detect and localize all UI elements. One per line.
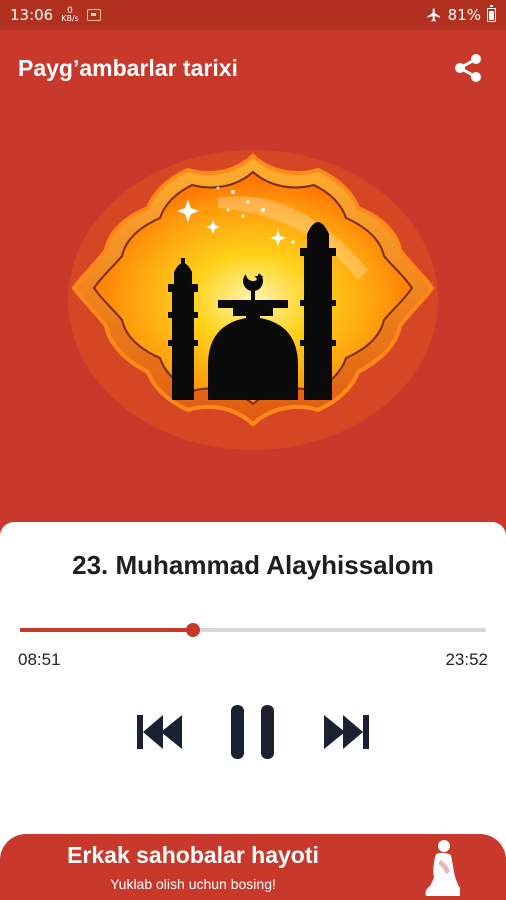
- current-time: 08:51: [18, 650, 61, 669]
- app-title: Payg’ambarlar tarixi: [18, 54, 238, 81]
- status-bar: 13:06 0 KB/s 81%: [0, 0, 506, 30]
- pause-button[interactable]: [225, 702, 281, 762]
- banner-title: Erkak sahobalar hayoti: [67, 842, 319, 868]
- data-speed: 0 KB/s: [61, 7, 79, 23]
- track-title: 23. Muhammad Alayhissalom: [72, 550, 434, 580]
- status-time: 13:06: [10, 6, 54, 24]
- promo-banner[interactable]: Erkak sahobalar hayoti Yuklab olish uchu…: [0, 834, 506, 900]
- praying-man-icon: [425, 840, 460, 896]
- seek-thumb[interactable]: [185, 623, 200, 637]
- playback-controls: [0, 702, 506, 762]
- total-time: 23:52: [445, 650, 488, 669]
- next-icon: [324, 715, 369, 749]
- banner-subtitle: Yuklab olish uchun bosing!: [110, 876, 276, 892]
- battery-percent: 81%: [447, 6, 481, 24]
- next-button[interactable]: [318, 702, 374, 762]
- previous-button[interactable]: [132, 702, 188, 762]
- app-bar: Payg’ambarlar tarixi: [0, 30, 506, 106]
- pause-icon: [231, 705, 274, 759]
- seek-bar[interactable]: [20, 623, 486, 637]
- mosque-cover-art: [68, 150, 438, 450]
- airplane-icon: [426, 8, 440, 22]
- share-icon: [455, 54, 481, 82]
- data-speed-unit: KB/s: [61, 14, 79, 23]
- battery-icon: [487, 5, 496, 22]
- share-button[interactable]: [448, 48, 488, 88]
- previous-icon: [137, 715, 182, 749]
- seek-progress: [20, 628, 193, 632]
- notification-icon: [86, 9, 101, 21]
